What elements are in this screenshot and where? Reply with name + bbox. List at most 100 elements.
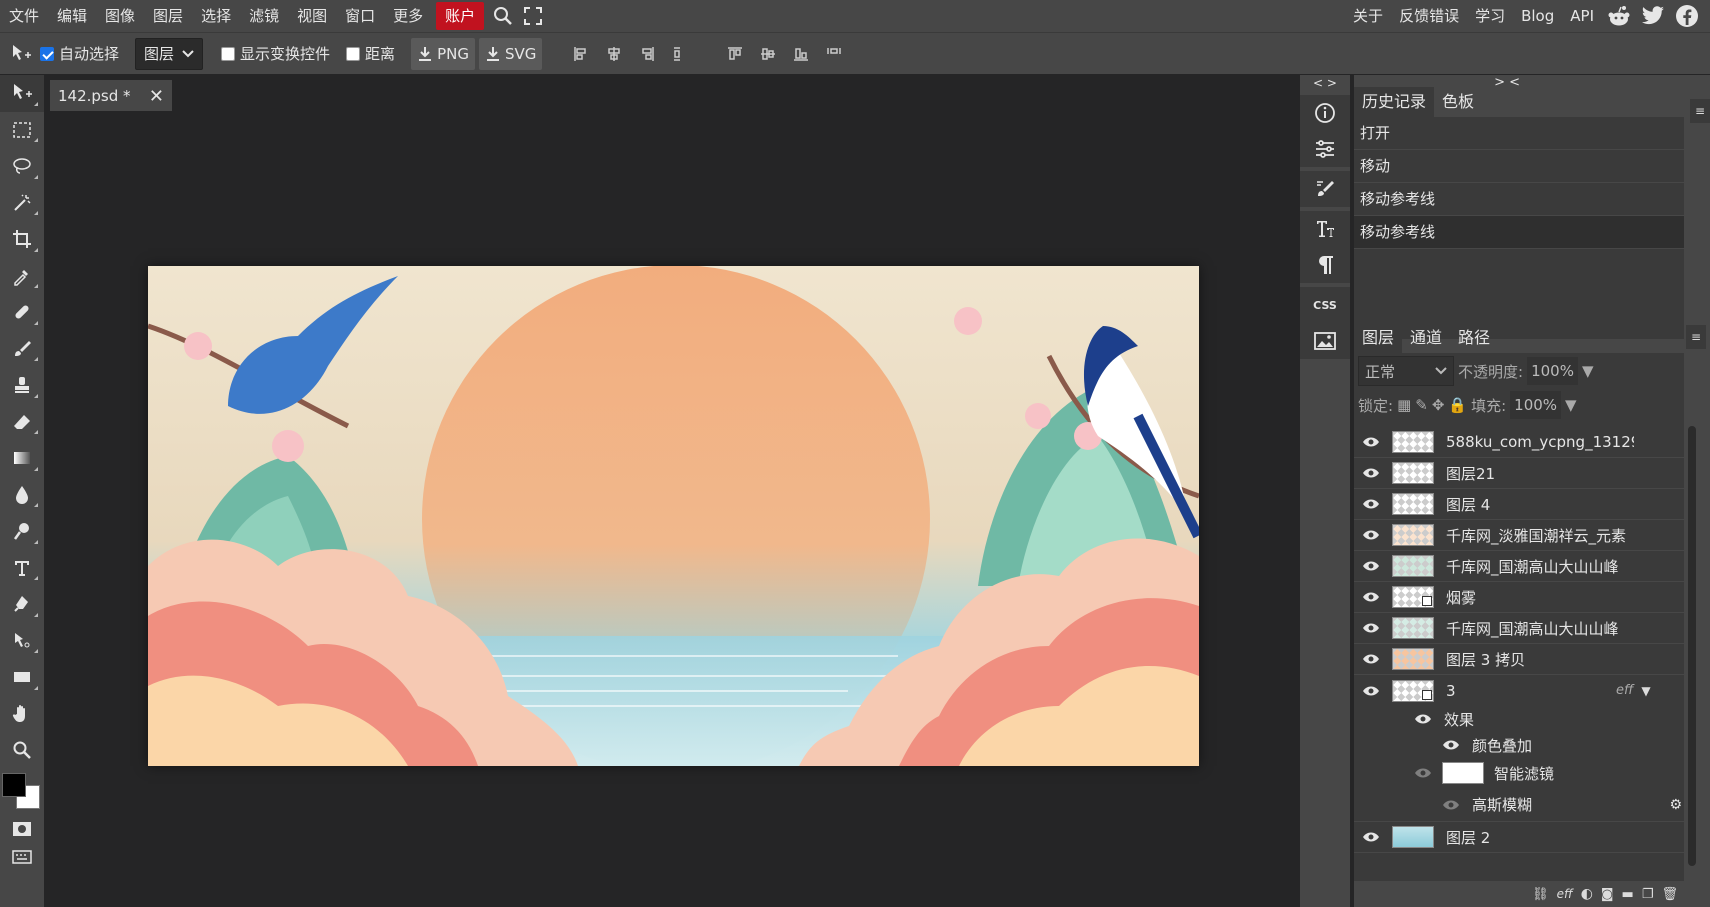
menu-layer[interactable]: 图层 (144, 0, 192, 32)
magic-wand-tool[interactable] (0, 185, 44, 222)
tab-channels[interactable]: 通道 (1402, 323, 1450, 353)
add-mask-icon[interactable]: ◙ (1601, 887, 1614, 902)
distribute-v-icon[interactable] (817, 38, 850, 70)
new-group-icon[interactable]: ▬ (1622, 887, 1634, 902)
align-right-icon[interactable] (630, 38, 663, 70)
align-middle-icon[interactable] (751, 38, 784, 70)
tab-layers[interactable]: 图层 (1354, 323, 1403, 353)
color-swatches[interactable] (0, 769, 44, 815)
hand-tool[interactable] (0, 696, 44, 733)
gaussian-blur-row[interactable]: 高斯模糊 ⚙ (1354, 788, 1684, 822)
color-overlay-row[interactable]: 颜色叠加 (1354, 732, 1684, 758)
foreground-color-swatch[interactable] (2, 772, 26, 797)
effects-row[interactable]: 效果 (1354, 706, 1684, 732)
quick-mask-tool[interactable] (0, 815, 44, 843)
image-icon[interactable] (1300, 323, 1350, 359)
menu-filter[interactable]: 滤镜 (240, 0, 288, 32)
keyboard-tool[interactable] (0, 843, 44, 871)
menu-select[interactable]: 选择 (192, 0, 240, 32)
visibility-eye-icon[interactable] (1354, 653, 1388, 665)
css-icon[interactable]: CSS (1300, 287, 1350, 323)
visibility-eye-icon[interactable] (1414, 713, 1432, 725)
healing-tool[interactable] (0, 294, 44, 331)
layers-menu-icon[interactable]: ≡ (1686, 325, 1706, 349)
visibility-eye-icon[interactable] (1354, 529, 1388, 541)
twitter-icon[interactable] (1636, 0, 1670, 32)
layer-row[interactable]: 588ku_com_ycpng_13129 (1354, 427, 1684, 458)
visibility-eye-icon[interactable] (1354, 591, 1388, 603)
align-top-icon[interactable] (718, 38, 751, 70)
export-svg-button[interactable]: SVG (478, 37, 543, 70)
history-entry[interactable]: 打开 (1354, 117, 1684, 150)
marquee-tool[interactable] (0, 112, 44, 149)
mini-collapse-arrows[interactable]: < > (1300, 75, 1350, 91)
info-icon[interactable] (1300, 95, 1350, 131)
reddit-icon[interactable] (1602, 0, 1636, 32)
lock-transparency-icon[interactable]: ▦ (1397, 396, 1411, 414)
brush-settings-icon[interactable] (1300, 171, 1350, 207)
pen-tool[interactable] (0, 586, 44, 623)
gradient-tool[interactable] (0, 440, 44, 477)
layer-row-selected[interactable]: 3 eff ▼ (1354, 675, 1684, 706)
show-transform-checkbox[interactable]: 显示变换控件 (221, 43, 330, 64)
close-icon[interactable]: ✕ (149, 86, 164, 107)
visibility-eye-icon[interactable] (1442, 799, 1460, 811)
stamp-tool[interactable] (0, 367, 44, 404)
history-entry[interactable]: 移动 (1354, 150, 1684, 183)
distance-box[interactable] (346, 46, 361, 61)
eyedropper-tool[interactable] (0, 258, 44, 295)
lock-move-icon[interactable]: ✥ (1432, 396, 1445, 414)
visibility-eye-icon[interactable] (1354, 560, 1388, 572)
effects-tag[interactable]: eff (1616, 683, 1633, 698)
adjustments-icon[interactable] (1300, 131, 1350, 167)
type-tool[interactable] (0, 550, 44, 587)
link-learn[interactable]: 学习 (1467, 0, 1513, 32)
delete-layer-icon[interactable]: 🗑 (1661, 887, 1678, 902)
tab-swatches[interactable]: 色板 (1434, 87, 1482, 117)
menu-file[interactable]: 文件 (0, 0, 48, 32)
document-canvas[interactable] (148, 266, 1199, 766)
layer-effects-icon[interactable]: eff (1557, 887, 1573, 901)
menu-window[interactable]: 窗口 (336, 0, 384, 32)
eraser-tool[interactable] (0, 404, 44, 441)
link-report-bug[interactable]: 反馈错误 (1391, 0, 1467, 32)
lasso-tool[interactable] (0, 148, 44, 185)
align-left-icon[interactable] (564, 38, 597, 70)
visibility-eye-icon[interactable] (1414, 767, 1432, 779)
move-tool[interactable] (0, 75, 44, 112)
fill-input[interactable]: 100% (1510, 391, 1562, 419)
document-tab[interactable]: 142.psd * ✕ (50, 80, 172, 111)
tab-paths[interactable]: 路径 (1450, 323, 1498, 353)
layer-row[interactable]: 图层 2 (1354, 822, 1684, 853)
blur-tool[interactable] (0, 477, 44, 514)
layer-row[interactable]: 千库网_国潮高山大山山峰 (1354, 613, 1684, 644)
visibility-eye-icon[interactable] (1354, 622, 1388, 634)
menu-edit[interactable]: 编辑 (48, 0, 96, 32)
filter-settings-icon[interactable]: ⚙ (1669, 797, 1682, 813)
layers-scrollbar[interactable] (1688, 426, 1696, 866)
link-blog[interactable]: Blog (1513, 0, 1562, 32)
path-select-tool[interactable] (0, 623, 44, 660)
visibility-eye-icon[interactable] (1354, 467, 1388, 479)
history-entry-current[interactable]: 移动参考线 (1354, 216, 1684, 249)
rectangle-tool[interactable] (0, 659, 44, 696)
facebook-icon[interactable] (1670, 0, 1704, 32)
align-center-h-icon[interactable] (597, 38, 630, 70)
visibility-eye-icon[interactable] (1442, 739, 1460, 751)
layer-row[interactable]: 千库网_国潮高山大山山峰 (1354, 551, 1684, 582)
fullscreen-icon[interactable] (518, 0, 548, 32)
character-icon[interactable] (1300, 211, 1350, 247)
brush-tool[interactable] (0, 331, 44, 368)
menu-more[interactable]: 更多 (384, 0, 432, 32)
layer-row[interactable]: 烟雾 (1354, 582, 1684, 613)
visibility-eye-icon[interactable] (1354, 685, 1388, 697)
expand-effects-icon[interactable]: ▼ (1641, 684, 1650, 698)
crop-tool[interactable] (0, 221, 44, 258)
lock-all-icon[interactable]: 🔒 (1448, 396, 1467, 414)
auto-select-box[interactable] (40, 46, 54, 61)
visibility-eye-icon[interactable] (1354, 831, 1388, 843)
align-bottom-icon[interactable] (784, 38, 817, 70)
new-layer-icon[interactable]: ❐ (1642, 887, 1654, 902)
lock-paint-icon[interactable]: ✎ (1415, 396, 1428, 414)
opacity-input[interactable]: 100% (1527, 357, 1578, 385)
